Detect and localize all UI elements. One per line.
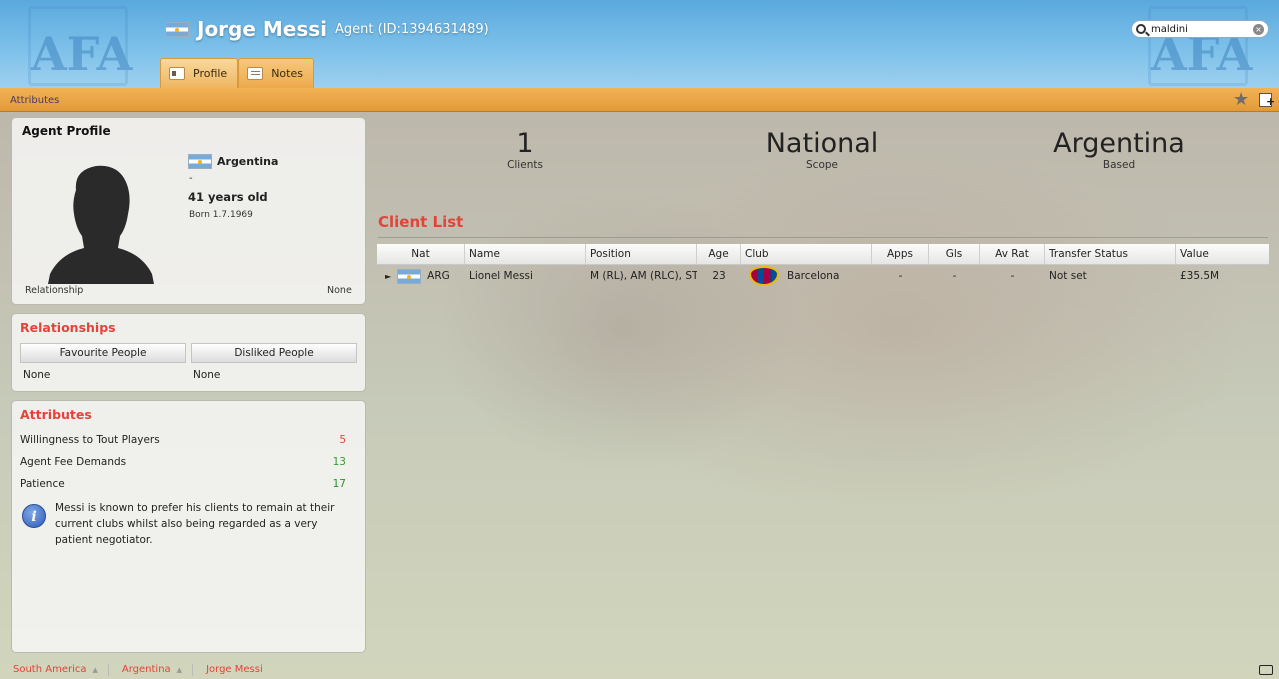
clients-stat: 1 Clients: [475, 128, 575, 172]
column-header-age[interactable]: Age: [697, 244, 741, 264]
silhouette-avatar: [48, 165, 154, 284]
caret-up-icon[interactable]: ▲: [177, 666, 182, 674]
tab-notes[interactable]: Notes: [238, 58, 314, 88]
attribute-row: Willingness to Tout Players 5: [20, 434, 346, 446]
column-header-gls[interactable]: Gls: [929, 244, 980, 264]
afa-crest-right: AFA: [1148, 6, 1252, 86]
birth-date: Born 1.7.1969: [189, 210, 253, 220]
scope-value: National: [765, 128, 879, 159]
attribute-row: Patience 17: [20, 478, 346, 490]
row-arrow-icon[interactable]: ►: [385, 272, 391, 281]
scope-label: Scope: [806, 159, 838, 171]
player-position: M (RL), AM (RLC), ST: [590, 270, 697, 282]
afa-crest-left: AFA: [28, 6, 132, 86]
attribute-value: 13: [332, 456, 346, 468]
player-apps: -: [898, 270, 903, 282]
tab-notes-label: Notes: [271, 67, 303, 80]
search-box[interactable]: maldini ×: [1131, 20, 1269, 38]
sub-toolbar: Attributes ★: [0, 88, 1279, 112]
page-title: Jorge Messi Agent (ID:1394631489): [165, 17, 489, 41]
player-av-rat: -: [1010, 270, 1015, 282]
attribute-value: 5: [339, 434, 346, 446]
breadcrumb-argentina[interactable]: Argentina: [109, 664, 171, 675]
player-value: £35.5M: [1180, 270, 1220, 282]
nationality-label: Argentina: [217, 155, 279, 168]
add-note-icon[interactable]: [1259, 93, 1275, 107]
tab-profile-label: Profile: [193, 67, 228, 80]
attributes-title: Attributes: [20, 407, 92, 422]
divider: [378, 237, 1268, 238]
nationality: Argentina: [188, 154, 278, 169]
clear-search-icon[interactable]: ×: [1253, 23, 1264, 35]
header: AFA AFA Jorge Messi Agent (ID:1394631489…: [0, 0, 1279, 88]
player-name[interactable]: Lionel Messi: [465, 270, 586, 282]
nat-code: ARG: [427, 270, 450, 282]
search-icon: [1136, 24, 1146, 34]
column-header-club[interactable]: Club: [741, 244, 872, 264]
disliked-people-value: None: [193, 369, 221, 381]
based-label: Based: [1102, 159, 1136, 171]
relationship-label: Relationship: [25, 285, 84, 296]
column-header-av-rat[interactable]: Av Rat: [980, 244, 1045, 264]
attribute-description: Messi is known to prefer his clients to …: [55, 502, 335, 546]
club-name: Barcelona: [787, 270, 840, 282]
column-header-name[interactable]: Name: [465, 244, 586, 264]
relationships-title: Relationships: [20, 320, 116, 335]
attributes-panel: Attributes Willingness to Tout Players 5…: [11, 400, 366, 653]
transfer-status: Not set: [1049, 270, 1087, 282]
column-header-position[interactable]: Position: [586, 244, 697, 264]
info-icon: i: [22, 504, 46, 528]
tab-bar: Profile Notes: [160, 58, 314, 88]
search-input[interactable]: maldini: [1151, 24, 1253, 35]
based-stat: Argentina Based: [1019, 128, 1219, 172]
club-cell[interactable]: Barcelona: [741, 266, 872, 286]
client-list-title: Client List: [378, 213, 464, 231]
breadcrumb-jorge-messi[interactable]: Jorge Messi: [193, 664, 263, 675]
agent-name: Jorge Messi: [197, 17, 328, 41]
relationships-panel: Relationships Favourite People Disliked …: [11, 313, 366, 392]
table-header: Nat Name Position Age Club Apps Gls Av R…: [377, 244, 1269, 265]
agent-subtitle: Agent (ID:1394631489): [335, 21, 489, 37]
tab-profile[interactable]: Profile: [160, 58, 239, 88]
column-header-transfer-status[interactable]: Transfer Status: [1045, 244, 1176, 264]
notes-icon: [247, 67, 264, 80]
clients-count: 1: [516, 128, 534, 159]
window-icon[interactable]: [1259, 665, 1273, 675]
attribute-name: Agent Fee Demands: [20, 456, 127, 468]
relationship-value: None: [327, 285, 352, 296]
barcelona-crest-icon: [749, 266, 779, 286]
argentina-flag-icon: [397, 268, 422, 284]
player-goals: -: [952, 270, 957, 282]
second-nationality: -: [189, 173, 193, 184]
breadcrumb: South America ▲ Argentina ▲ Jorge Messi: [0, 660, 1279, 679]
nat-cell: ► ARG: [377, 268, 465, 284]
profile-card-icon: [169, 67, 185, 80]
caret-up-icon[interactable]: ▲: [93, 666, 98, 674]
star-icon[interactable]: ★: [1233, 91, 1249, 109]
column-header-nat[interactable]: Nat: [377, 244, 465, 264]
attribute-name: Patience: [20, 478, 65, 490]
favourite-people-header[interactable]: Favourite People: [20, 343, 186, 363]
attribute-value: 17: [332, 478, 346, 490]
column-header-value[interactable]: Value: [1176, 244, 1269, 264]
column-header-apps[interactable]: Apps: [872, 244, 929, 264]
attribute-name: Willingness to Tout Players: [20, 434, 160, 446]
attribute-row: Agent Fee Demands 13: [20, 456, 346, 468]
client-table: Nat Name Position Age Club Apps Gls Av R…: [377, 244, 1269, 287]
based-value: Argentina: [1053, 128, 1185, 159]
scope-stat: National Scope: [722, 128, 922, 172]
agent-profile-panel: Agent Profile Argentina - 41 years old B…: [11, 117, 366, 305]
breadcrumb-south-america[interactable]: South America: [0, 664, 87, 675]
argentina-flag-icon: [165, 21, 189, 37]
disliked-people-header[interactable]: Disliked People: [191, 343, 357, 363]
attributes-link[interactable]: Attributes: [10, 95, 59, 106]
agent-profile-title: Agent Profile: [22, 124, 111, 138]
table-row[interactable]: ► ARG Lionel Messi M (RL), AM (RLC), ST …: [377, 265, 1269, 287]
argentina-flag-icon: [188, 154, 212, 169]
age: 41 years old: [188, 190, 268, 204]
favourite-people-value: None: [23, 369, 51, 381]
player-age: 23: [712, 270, 726, 282]
clients-label: Clients: [507, 159, 543, 171]
